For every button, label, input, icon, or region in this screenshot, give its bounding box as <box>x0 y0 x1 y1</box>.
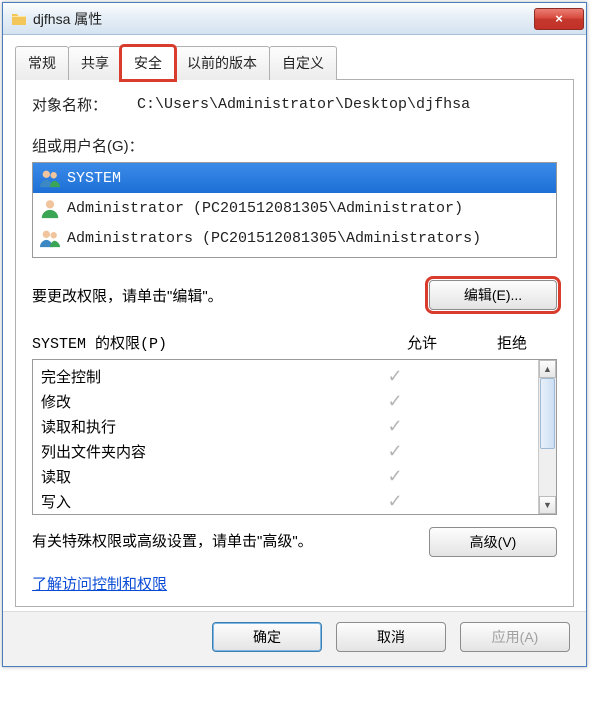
allow-header: 允许 <box>377 332 467 353</box>
scrollbar[interactable]: ▲ ▼ <box>538 360 556 514</box>
close-icon: × <box>555 11 563 26</box>
folder-icon <box>11 11 27 27</box>
tab-sharing[interactable]: 共享 <box>68 46 122 80</box>
advanced-hint: 有关特殊权限或高级设置，请单击"高级"。 <box>32 531 313 554</box>
group-icon <box>39 167 61 189</box>
permission-row: 写入 ✓ <box>41 489 530 514</box>
edit-button[interactable]: 编辑(E)... <box>429 280 557 310</box>
edit-hint: 要更改权限，请单击"编辑"。 <box>32 285 223 306</box>
permission-row: 读取和执行 ✓ <box>41 414 530 439</box>
permissions-subject-label: SYSTEM 的权限(P) <box>32 332 377 353</box>
permissions-box: 完全控制 ✓ 修改 ✓ 读取和执行 ✓ 列出文 <box>32 359 557 515</box>
deny-header: 拒绝 <box>467 332 557 353</box>
allow-check-icon: ✓ <box>350 466 440 487</box>
allow-check-icon: ✓ <box>350 391 440 412</box>
permission-row: 列出文件夹内容 ✓ <box>41 439 530 464</box>
security-panel: 对象名称： C:\Users\Administrator\Desktop\djf… <box>15 80 574 607</box>
permissions-list: 完全控制 ✓ 修改 ✓ 读取和执行 ✓ 列出文 <box>33 360 538 514</box>
permission-row: 完全控制 ✓ <box>41 364 530 389</box>
permission-row: 修改 ✓ <box>41 389 530 414</box>
scroll-track[interactable] <box>539 378 556 496</box>
permission-row: 读取 ✓ <box>41 464 530 489</box>
tab-security[interactable]: 安全 <box>121 46 175 80</box>
tab-general[interactable]: 常规 <box>15 46 69 80</box>
user-icon <box>39 197 61 219</box>
ok-button[interactable]: 确定 <box>212 622 322 652</box>
scroll-thumb[interactable] <box>540 378 555 449</box>
tab-bar: 常规 共享 安全 以前的版本 自定义 <box>15 45 574 80</box>
allow-check-icon: ✓ <box>350 441 440 462</box>
object-label: 对象名称： <box>32 94 107 115</box>
list-item[interactable]: Administrators (PC201512081305\Administr… <box>33 223 556 253</box>
advanced-row: 有关特殊权限或高级设置，请单击"高级"。 高级(V) <box>32 527 557 557</box>
permission-name: 读取和执行 <box>41 416 350 437</box>
object-row: 对象名称： C:\Users\Administrator\Desktop\djf… <box>32 94 557 115</box>
advanced-button[interactable]: 高级(V) <box>429 527 557 557</box>
groups-label: 组或用户名(G)： <box>32 135 557 156</box>
properties-dialog: djfhsa 属性 × 常规 共享 安全 以前的版本 自定义 对象名称： C:\… <box>2 2 587 667</box>
permission-name: 修改 <box>41 391 350 412</box>
permission-name: 写入 <box>41 491 350 512</box>
apply-button[interactable]: 应用(A) <box>460 622 570 652</box>
permission-name: 完全控制 <box>41 366 350 387</box>
scroll-down-button[interactable]: ▼ <box>539 496 556 514</box>
groups-listbox[interactable]: SYSTEM Administrator (PC201512081305\Adm… <box>32 162 557 258</box>
permissions-header: SYSTEM 的权限(P) 允许 拒绝 <box>32 332 557 353</box>
content-area: 常规 共享 安全 以前的版本 自定义 对象名称： C:\Users\Admini… <box>3 35 586 611</box>
learn-more-link[interactable]: 了解访问控制和权限 <box>32 573 167 594</box>
cancel-button[interactable]: 取消 <box>336 622 446 652</box>
list-item-label: Administrator (PC201512081305\Administra… <box>67 200 463 217</box>
object-path: C:\Users\Administrator\Desktop\djfhsa <box>137 96 470 113</box>
tab-custom[interactable]: 自定义 <box>269 46 337 80</box>
scroll-up-button[interactable]: ▲ <box>539 360 556 378</box>
window-title: djfhsa 属性 <box>33 9 534 29</box>
list-item-label: SYSTEM <box>67 170 121 187</box>
dialog-button-bar: 确定 取消 应用(A) <box>3 611 586 666</box>
allow-check-icon: ✓ <box>350 491 440 512</box>
list-item-label: Administrators (PC201512081305\Administr… <box>67 230 481 247</box>
permission-name: 读取 <box>41 466 350 487</box>
tab-previous-versions[interactable]: 以前的版本 <box>174 46 270 80</box>
titlebar: djfhsa 属性 × <box>3 3 586 35</box>
close-button[interactable]: × <box>534 8 584 30</box>
permission-name: 列出文件夹内容 <box>41 441 350 462</box>
allow-check-icon: ✓ <box>350 366 440 387</box>
edit-row: 要更改权限，请单击"编辑"。 编辑(E)... <box>32 280 557 310</box>
list-item[interactable]: SYSTEM <box>33 163 556 193</box>
list-item[interactable]: Administrator (PC201512081305\Administra… <box>33 193 556 223</box>
group-icon <box>39 227 61 249</box>
allow-check-icon: ✓ <box>350 416 440 437</box>
